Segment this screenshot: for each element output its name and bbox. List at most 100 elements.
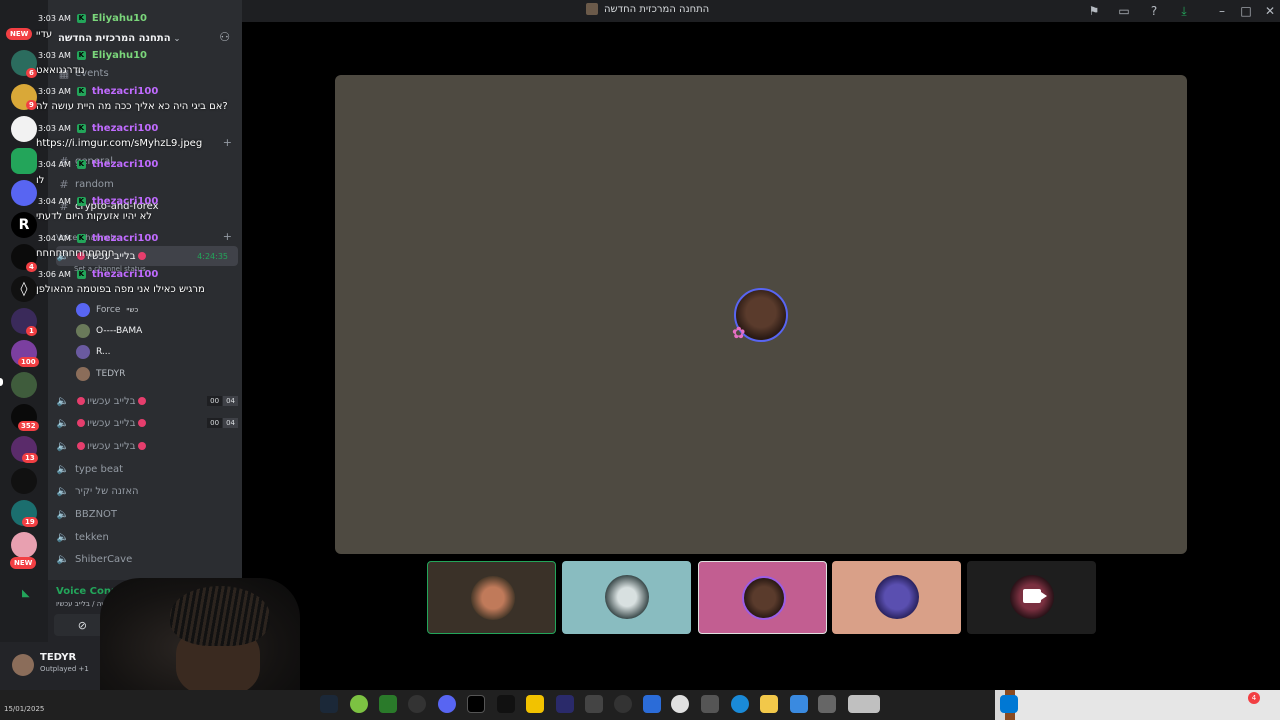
steam-icon[interactable] (320, 695, 338, 713)
create-channel-icon[interactable]: + (223, 136, 232, 149)
channel-random[interactable]: # random (56, 174, 238, 194)
channel-label: בלייב עכשיו (87, 440, 136, 452)
avatar (875, 575, 919, 619)
app-icon[interactable] (408, 695, 426, 713)
voice-channel[interactable]: 🔈 BBZNOT (56, 504, 238, 524)
server-icon[interactable] (11, 180, 37, 206)
voice-channel[interactable]: 🔈 בלייב עכשיו 00 04 (56, 391, 238, 411)
channel-label: בלייב עכשיו (87, 395, 136, 407)
unread-badge: 13 (22, 453, 38, 463)
server-icon[interactable] (11, 116, 37, 142)
message-link[interactable]: https://i.imgur.com/sMyhzL9.jpeg (36, 138, 202, 149)
voice-user[interactable]: TEDYR (76, 364, 125, 384)
message-header: 3:06 AM Kthezacri100 (38, 269, 158, 280)
live-dot-icon (77, 419, 85, 427)
voice-channel[interactable]: 🔈 tekken (56, 527, 238, 547)
speaker-icon: 🔈 (56, 417, 70, 429)
platform-icon: K (76, 14, 86, 23)
app-icon[interactable] (556, 695, 574, 713)
voice-channel[interactable]: 🔈 type beat (56, 459, 238, 479)
count-limit: 04 (223, 396, 238, 406)
platform-icon: K (76, 51, 86, 60)
voice-user[interactable]: Force כשיי (76, 300, 138, 320)
speaker-avatar[interactable]: ✿ (732, 288, 788, 342)
participant-tile[interactable] (832, 561, 961, 634)
speaker-icon: 🔈 (56, 485, 70, 497)
unread-badge: 352 (18, 421, 39, 431)
avatar-decoration-icon: ✿ (732, 323, 746, 342)
unread-badge: 19 (22, 517, 38, 527)
app-icon[interactable] (350, 695, 368, 713)
unread-badge: 4 (26, 262, 37, 272)
create-voice-channel-icon[interactable]: + (223, 230, 232, 243)
discord-icon[interactable] (438, 695, 456, 713)
edge-icon[interactable] (731, 695, 749, 713)
help-icon[interactable]: ? (1146, 3, 1162, 19)
server-icon[interactable]: ◊ (11, 276, 37, 302)
chatgpt-icon[interactable] (614, 695, 632, 713)
channel-label: type beat (75, 463, 124, 475)
server-icon[interactable] (11, 532, 37, 558)
window-title: התחנה המרכזית החדשה (586, 3, 709, 15)
selected-pip (0, 378, 3, 386)
user-limit-counter: 00 04 (207, 396, 238, 406)
server-icon[interactable] (11, 372, 37, 398)
message-time: 3:06 AM (38, 270, 71, 279)
message-header: 3:03 AM K Eliyahu10 (38, 13, 147, 24)
message-user: thezacri100 (91, 123, 159, 134)
message-header: 3:03 AM K Eliyahu10 (38, 50, 147, 61)
app-icon[interactable] (643, 695, 661, 713)
server-name: התחנה המרכזית החדשה (58, 32, 171, 44)
voice-channel[interactable]: 🔈 ShiberCave (56, 549, 238, 569)
app-icon[interactable] (790, 695, 808, 713)
taskbar-date: 15/01/2025 (4, 705, 45, 713)
server-icon[interactable]: R (11, 212, 37, 238)
pin-icon[interactable]: ⚑ (1086, 3, 1102, 19)
app-icon[interactable] (585, 695, 603, 713)
minimize-icon[interactable]: – (1214, 3, 1230, 19)
app-icon[interactable] (701, 695, 719, 713)
avatar[interactable] (12, 654, 34, 676)
platform-icon: K (76, 270, 86, 279)
message-time: 3:04 AM (38, 160, 71, 169)
message-time: 3:03 AM (38, 124, 71, 133)
voice-user[interactable]: O----BAMA (76, 321, 142, 341)
speaker-icon: 🔈 (56, 395, 70, 407)
new-badge: NEW (6, 28, 33, 40)
participant-tile[interactable] (427, 561, 556, 634)
voice-user[interactable]: R... (76, 342, 111, 362)
folder-icon[interactable] (760, 695, 778, 713)
live-dot-icon (137, 419, 146, 427)
download-icon[interactable]: ⤓ (1176, 3, 1192, 19)
message-text: לו (36, 175, 45, 186)
inbox-icon[interactable]: ▭ (1116, 3, 1132, 19)
app-icon[interactable] (848, 695, 880, 713)
hash-icon: # (59, 177, 69, 191)
app-icon[interactable] (497, 695, 515, 713)
message-text: חחחחחחחחחחחח (36, 248, 115, 259)
participant-tile[interactable] (967, 561, 1096, 634)
app-icon[interactable] (818, 695, 836, 713)
camera-icon (1023, 589, 1047, 603)
voice-channel[interactable]: 🔈 האזנה של יקיר (56, 481, 238, 501)
add-member-icon[interactable]: ⚇ (219, 30, 230, 44)
app-icon[interactable] (379, 695, 397, 713)
app-icon[interactable] (526, 695, 544, 713)
maximize-icon[interactable]: □ (1238, 3, 1254, 19)
message-text: נודרגגואאט (36, 65, 85, 76)
chrome-icon[interactable] (671, 695, 689, 713)
x-icon[interactable] (467, 695, 485, 713)
notification-badge[interactable]: 4 (1248, 692, 1260, 704)
close-icon[interactable]: ✕ (1262, 3, 1278, 19)
voice-channel[interactable]: 🔈 בלייב עכשיו 00 04 (56, 413, 238, 433)
channel-label: random (75, 178, 114, 190)
participant-tile[interactable] (698, 561, 827, 634)
server-icon[interactable] (11, 468, 37, 494)
participant-tile[interactable] (562, 561, 691, 634)
voice-channel[interactable]: 🔈 בלייב עכשיו (56, 436, 238, 456)
user-name[interactable]: TEDYR (40, 652, 76, 663)
windows-icon[interactable] (1000, 695, 1018, 713)
server-icon[interactable] (11, 148, 37, 174)
server-header[interactable]: התחנה המרכזית החדשה ⌄ ⚇ (48, 28, 242, 48)
live-dot-icon (77, 442, 85, 450)
